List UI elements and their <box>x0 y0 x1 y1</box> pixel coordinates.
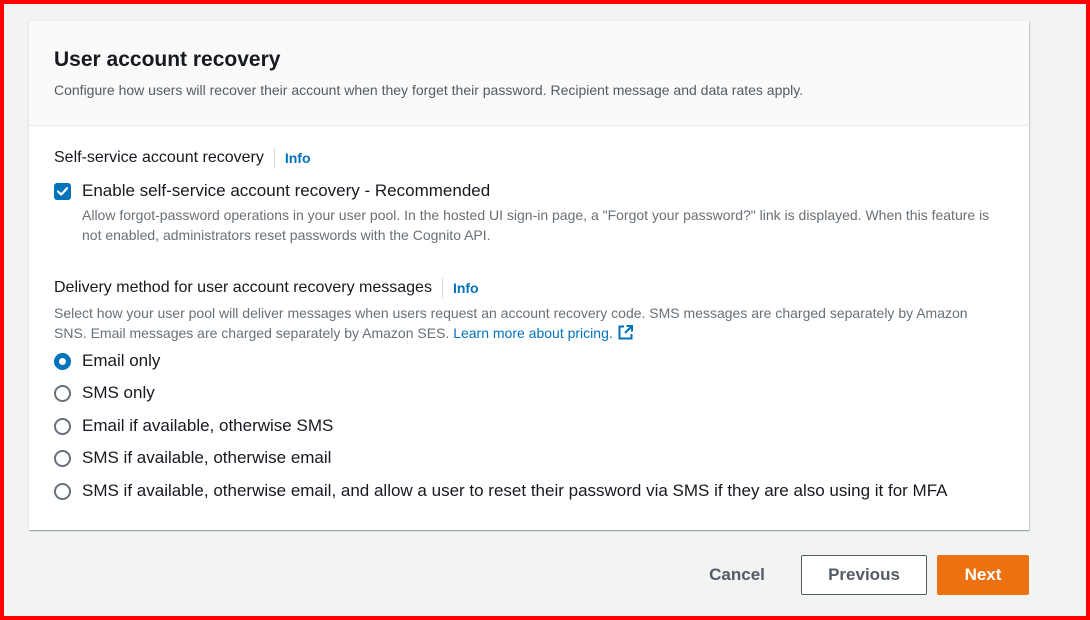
radio-sms-only[interactable]: SMS only <box>54 383 155 403</box>
radio-button[interactable] <box>54 417 71 435</box>
radio-sms-otherwise-email[interactable]: SMS if available, otherwise email <box>54 448 331 468</box>
radio-email-only[interactable]: Email only <box>54 351 160 371</box>
radio-button[interactable] <box>54 384 71 402</box>
self-service-label-row: Self-service account recovery Info <box>54 148 311 168</box>
radio-button[interactable] <box>54 352 71 370</box>
radio-label: SMS if available, otherwise email, and a… <box>82 481 948 500</box>
panel-header: User account recovery Configure how user… <box>29 21 1029 126</box>
radio-sms-otherwise-email-mfa[interactable]: SMS if available, otherwise email, and a… <box>54 481 948 501</box>
self-service-checkbox[interactable] <box>54 182 71 200</box>
radio-button[interactable] <box>54 449 71 467</box>
radio-label: Email only <box>82 351 161 370</box>
external-link-icon <box>618 325 633 340</box>
cancel-button[interactable]: Cancel <box>695 555 779 595</box>
self-service-info-link[interactable]: Info <box>273 148 311 168</box>
radio-label: SMS if available, otherwise email <box>82 448 332 467</box>
delivery-label-row: Delivery method for user account recover… <box>54 278 479 298</box>
radio-button[interactable] <box>54 482 71 500</box>
delivery-label: Delivery method for user account recover… <box>54 279 432 296</box>
self-service-checkbox-description: Allow forgot-password operations in your… <box>82 207 990 243</box>
learn-more-pricing-text: Learn more about pricing. <box>453 325 613 341</box>
learn-more-pricing-link[interactable]: Learn more about pricing. <box>453 325 634 341</box>
previous-button[interactable]: Previous <box>801 555 927 595</box>
self-service-checkbox-label: Enable self-service account recovery - R… <box>82 181 491 200</box>
radio-label: SMS only <box>82 383 155 402</box>
panel-title: User account recovery <box>54 48 281 71</box>
delivery-description: Select how your user pool will deliver m… <box>54 303 989 343</box>
delivery-info-link[interactable]: Info <box>441 278 479 298</box>
next-button[interactable]: Next <box>937 555 1029 595</box>
self-service-checkbox-row[interactable]: Enable self-service account recovery - R… <box>54 181 490 201</box>
self-service-label: Self-service account recovery <box>54 149 264 166</box>
radio-email-otherwise-sms[interactable]: Email if available, otherwise SMS <box>54 416 333 436</box>
checkmark-icon <box>56 186 69 196</box>
panel-description: Configure how users will recover their a… <box>54 82 804 98</box>
radio-label: Email if available, otherwise SMS <box>82 416 334 435</box>
